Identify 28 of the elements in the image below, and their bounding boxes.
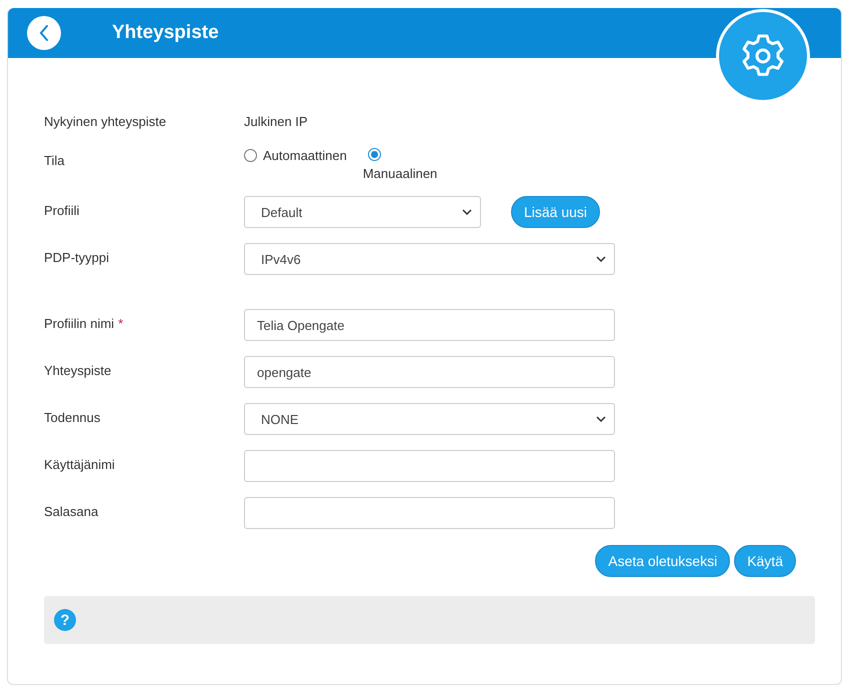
field-label: Salasana <box>44 504 98 519</box>
field-value: Julkinen IP <box>244 113 308 131</box>
dropdown[interactable]: Default <box>244 196 481 228</box>
field-label: PDP-tyyppi <box>44 250 110 265</box>
input-field[interactable]: opengate <box>244 356 615 388</box>
input-field[interactable]: Telia Opengate <box>244 309 615 341</box>
chevron-left-icon <box>38 24 50 42</box>
back-button[interactable] <box>27 16 61 50</box>
field-label: Profiili <box>44 203 80 218</box>
field-label: Profiilin nimi <box>44 316 114 331</box>
dropdown[interactable]: NONE <box>244 403 615 435</box>
chevron-down-icon <box>596 416 606 422</box>
field-label: Nykyinen yhteyspiste <box>44 114 166 129</box>
field-label: Tila <box>44 153 64 168</box>
required-mark: * <box>118 316 124 331</box>
field-label: Yhteyspiste <box>44 363 112 378</box>
field-label: Todennus <box>44 410 100 425</box>
radio-label[interactable]: Manuaalinen <box>362 166 438 181</box>
dropdown[interactable]: IPv4v6 <box>244 243 615 275</box>
chevron-down-icon <box>596 256 606 262</box>
input-field[interactable] <box>244 450 615 482</box>
radio-button[interactable] <box>244 149 257 162</box>
radio-label[interactable]: Automaattinen <box>263 148 347 163</box>
radio-button[interactable] <box>368 148 381 161</box>
page-title: Yhteyspiste <box>112 22 219 44</box>
chevron-down-icon <box>462 209 472 215</box>
field-label: Käyttäjänimi <box>44 457 115 472</box>
input-field[interactable] <box>244 497 615 529</box>
